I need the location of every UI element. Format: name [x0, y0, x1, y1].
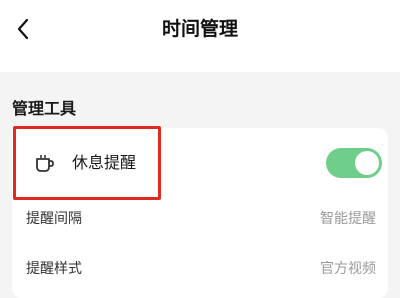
cup-icon	[36, 154, 54, 172]
break-reminder-label: 休息提醒	[72, 153, 137, 172]
break-reminder-row[interactable]: 休息提醒	[12, 128, 388, 198]
reminder-style-value: 官方视频	[320, 261, 376, 277]
section-title: 管理工具	[12, 99, 77, 118]
nav-bar: 时间管理	[0, 0, 400, 72]
reminder-interval-value: 智能提醒	[320, 211, 376, 227]
reminder-style-row[interactable]: 提醒样式 官方视频	[12, 248, 388, 298]
toggle-knob	[355, 151, 379, 175]
break-reminder-toggle[interactable]	[326, 148, 382, 178]
reminder-interval-label: 提醒间隔	[26, 211, 82, 227]
settings-card: 休息提醒 提醒间隔 智能提醒 提醒样式 官方视频	[12, 128, 388, 298]
reminder-style-label: 提醒样式	[26, 261, 82, 277]
reminder-interval-row[interactable]: 提醒间隔 智能提醒	[12, 198, 388, 248]
page-title: 时间管理	[161, 18, 238, 40]
